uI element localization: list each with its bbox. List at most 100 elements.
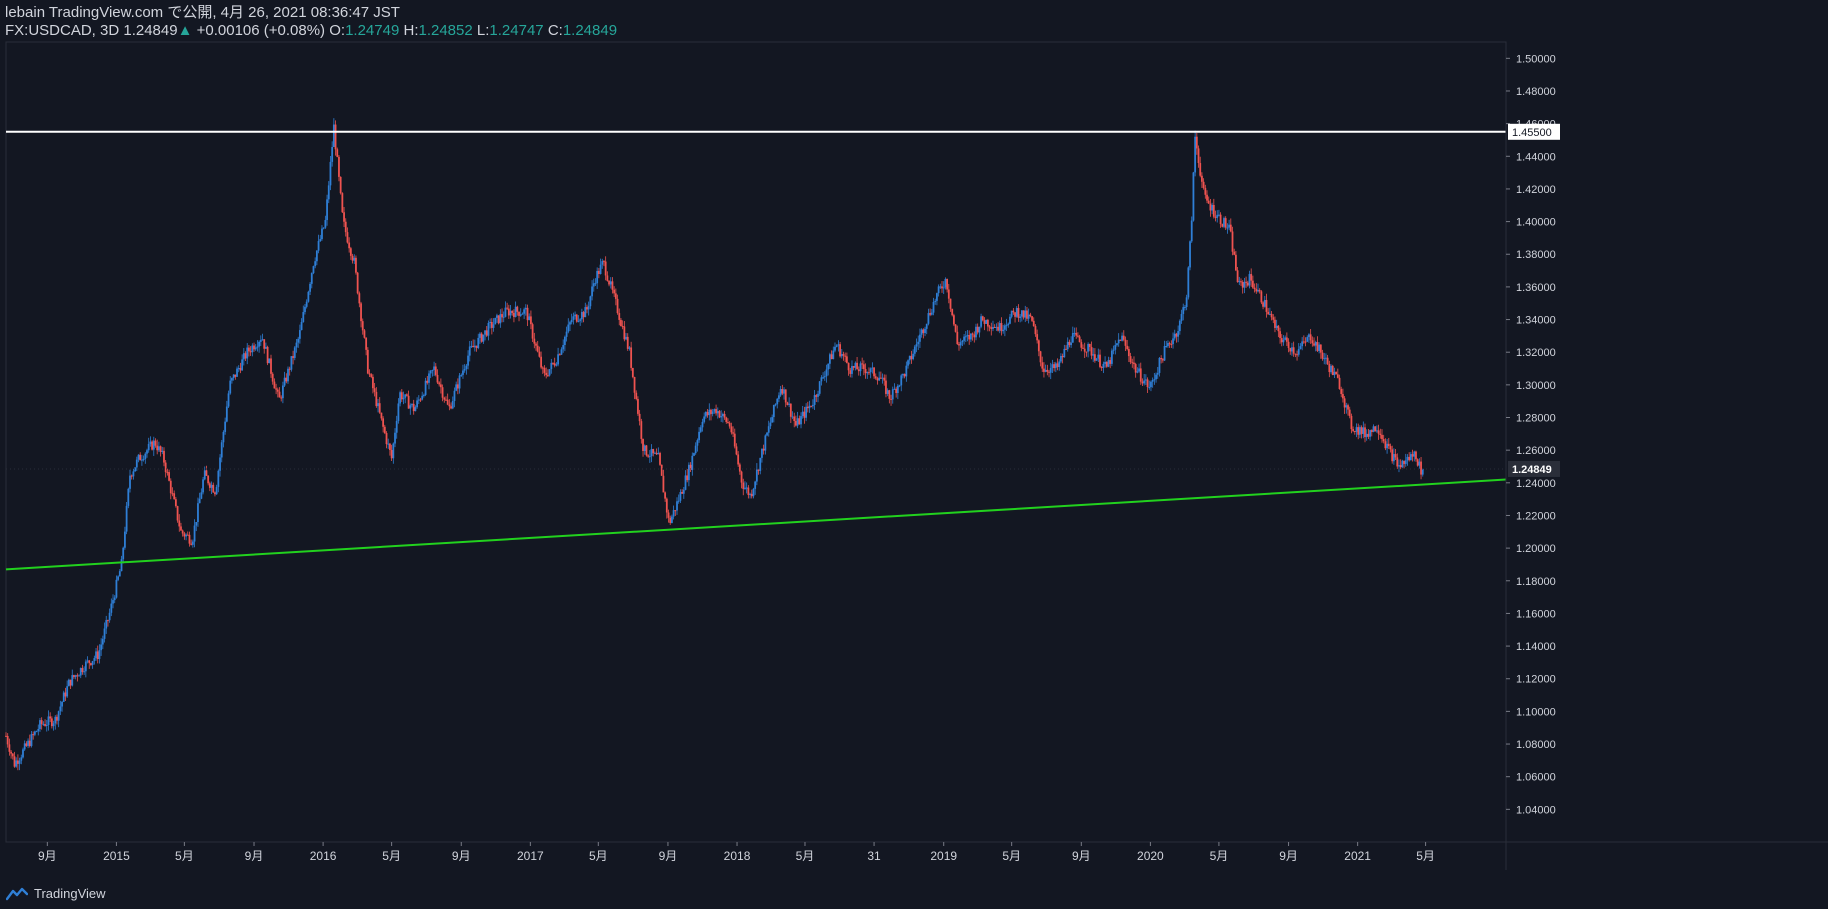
candle-body [174,499,177,507]
candle-body [100,644,103,651]
candle-body [1263,299,1266,307]
candle-body [1245,281,1247,283]
candle-body [660,464,663,476]
y-tick-label: 1.42000 [1516,184,1556,196]
candle-body [151,441,153,450]
candle-body [28,740,31,746]
footer-brand[interactable]: TradingView [6,886,106,901]
candle-body [1352,429,1355,431]
candle-body [905,365,908,377]
candle-body [1199,163,1202,176]
candle-body [445,399,447,401]
candle-body [558,354,561,356]
candle-body [995,326,998,328]
candle-body [326,199,328,221]
last-price-label: 1.24849 [1512,464,1552,476]
candle-body [169,480,172,494]
candle-body [50,718,53,727]
candle-body [180,526,182,531]
candle-body [319,239,322,242]
candle-body [779,389,782,396]
candle-body [672,510,675,517]
candle-body [1082,347,1084,349]
candle-body [1257,289,1259,292]
candle-body [1355,427,1358,432]
candle-body [358,293,361,304]
plot-area[interactable] [5,41,1507,843]
y-tick-label: 1.10000 [1516,706,1556,718]
candle-body [1051,364,1054,368]
candle-body [112,600,114,604]
candle-body [288,368,291,370]
candle-body [1010,310,1013,317]
candle-body [823,376,826,378]
candle-body [1012,310,1015,313]
candle-body [261,339,264,341]
candle-body [1398,465,1400,467]
candle-body [941,286,943,289]
candle-body [207,475,210,484]
candle-body [22,749,24,758]
ohlc-line: FX:USDCAD, 3D 1.24849▲ +0.00106 (+0.08%)… [5,22,617,40]
candle-body [66,686,69,697]
candle-body [910,355,913,360]
x-tick-label: 5月 [796,849,815,863]
candle-body [812,404,814,407]
candle-body [745,487,748,489]
candle-body [854,362,857,368]
candle-body [105,620,108,629]
candle-body [113,597,116,601]
candle-body [538,351,541,357]
close-value: 1.24849 [562,22,618,39]
candle-body [190,543,193,545]
candle-body [1070,342,1073,346]
candle-body [297,338,300,343]
candle-body [485,330,488,336]
candle-body [317,241,320,251]
candle-body [859,363,862,372]
x-tick-label: 5月 [382,849,401,863]
candle-body [186,534,189,536]
candle-body [71,675,74,686]
candle-body [862,364,865,370]
candle-body [1314,342,1317,346]
candle-body [1411,454,1414,457]
x-tick-label: 2016 [310,849,337,863]
candle-body [597,270,600,275]
candle-body [1318,344,1321,351]
candle-body [1090,346,1093,356]
candle-body [234,374,237,377]
candle-body [580,312,583,320]
candle-body [721,413,724,417]
candle-body [876,378,879,381]
candle-body [246,347,249,359]
candle-body [1267,311,1270,315]
candle-body [671,516,673,523]
candle-body [766,432,768,436]
candle-body [881,377,884,379]
candle-body [1335,371,1338,375]
symbol-label[interactable]: FX:USDCAD, 3D [5,22,119,39]
candle-body [1421,468,1424,475]
candle-body [631,367,634,377]
candle-body [154,440,157,446]
candle-body [49,716,52,719]
y-tick-label: 1.04000 [1516,804,1556,816]
candle-body [822,377,825,379]
candle-body [800,416,802,425]
candle-body [310,273,313,284]
candle-body [531,324,534,339]
candle-body [178,520,181,527]
candle-body [856,362,858,370]
candle-body [1399,465,1402,468]
candle-body [336,149,339,157]
candle-body [1226,227,1229,229]
candle-body [1172,338,1174,345]
candle-body [511,310,514,313]
candle-body [1206,194,1208,201]
candle-body [1246,282,1249,286]
candle-body [1192,172,1195,221]
price-chart[interactable]: 1.04000 1.06000 1.08000 1.10000 1.12000 1.140… [0,0,1828,909]
candle-body [254,347,257,350]
candle-body [959,342,962,346]
